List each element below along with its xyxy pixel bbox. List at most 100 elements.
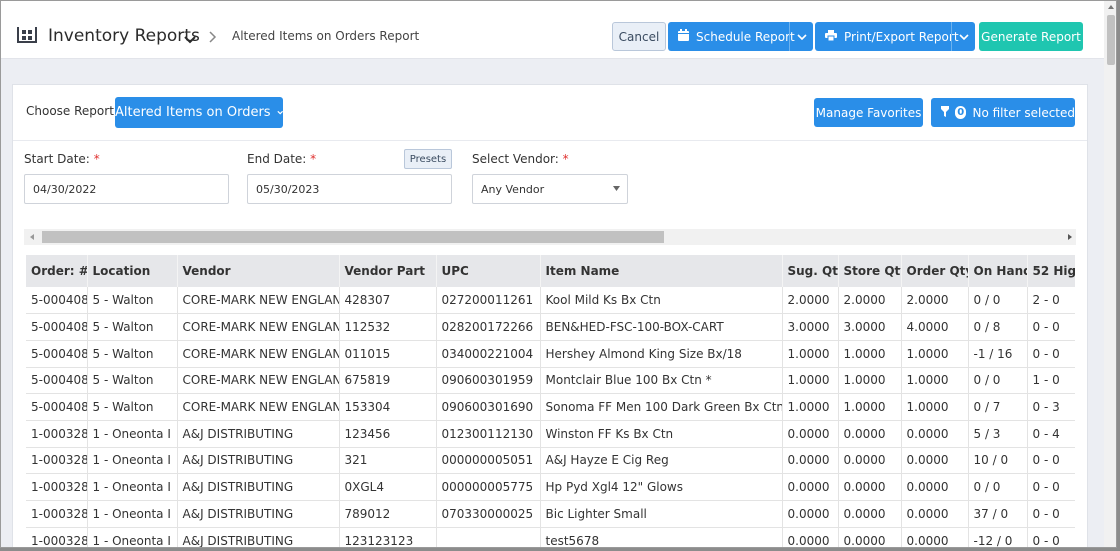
chevron-down-icon xyxy=(276,110,283,115)
schedule-dropdown-toggle[interactable] xyxy=(789,22,813,51)
print-export-button[interactable]: Print/Export Report xyxy=(815,22,975,51)
table-header-row: Order: # Location Vendor Vendor Part UPC Item… xyxy=(26,255,1075,287)
table-cell: 2.0000 xyxy=(782,287,839,315)
column-header[interactable]: Location xyxy=(87,255,178,287)
table-cell: 5 - Walton xyxy=(87,393,178,421)
table-cell: Sonoma FF Men 100 Dark Green Bx Ctn xyxy=(540,393,783,421)
manage-favorites-button[interactable]: Manage Favorites xyxy=(814,98,923,127)
filter-icon xyxy=(941,105,949,120)
vendor-select-value: Any Vendor xyxy=(481,182,545,196)
table-cell: 1.0000 xyxy=(901,367,969,395)
scrollbar-thumb[interactable] xyxy=(42,231,664,243)
filter-count-badge: 0 xyxy=(955,106,967,119)
table-row[interactable]: 1-000328 1 - Oneonta I A&J DISTRIBUTING 321… xyxy=(26,447,1075,475)
schedule-report-button[interactable]: Schedule Report xyxy=(668,22,813,51)
table-cell xyxy=(436,527,541,547)
column-header[interactable]: Vendor Part xyxy=(339,255,437,287)
table-cell: 0 / 0 xyxy=(968,473,1028,501)
start-date-field[interactable]: 04/30/2022 xyxy=(24,174,229,204)
generate-report-label: Generate Report xyxy=(981,29,1081,44)
table-cell: 0 / 0 xyxy=(968,287,1028,315)
table-cell: 153304 xyxy=(339,393,437,421)
filter-button[interactable]: 0 No filter selected xyxy=(931,98,1075,127)
scrollbar-thumb[interactable] xyxy=(1107,15,1115,65)
table-row[interactable]: 1-000328 1 - Oneonta I A&J DISTRIBUTING 0XG… xyxy=(26,473,1075,501)
table-cell: A&J DISTRIBUTING xyxy=(177,420,340,448)
table-cell: 0 / 7 xyxy=(968,393,1028,421)
vendor-label-text: Select Vendor: xyxy=(472,152,559,166)
table-cell: -1 / 16 xyxy=(968,340,1028,368)
table-cell: A&J DISTRIBUTING xyxy=(177,473,340,501)
table-cell: 5 / 3 xyxy=(968,420,1028,448)
table-cell: -12 / 0 xyxy=(968,527,1028,547)
table-cell: 1-000328 xyxy=(26,473,88,501)
end-date-label-text: End Date: xyxy=(247,152,307,166)
table-cell: 2.0000 xyxy=(901,287,969,315)
print-dropdown-toggle[interactable] xyxy=(951,22,975,51)
table-cell: 112532 xyxy=(339,313,437,341)
column-header[interactable]: 52 High xyxy=(1027,255,1075,287)
column-header[interactable]: Order: # xyxy=(26,255,88,287)
page-vertical-scrollbar[interactable] xyxy=(1104,1,1116,547)
scroll-left-icon xyxy=(30,234,34,240)
table-row[interactable]: 5-000408 5 - Walton CORE-MARK NEW ENGLAND 0… xyxy=(26,340,1075,368)
table-cell: A&J DISTRIBUTING xyxy=(177,527,340,547)
report-window: Inventory Reports Altered Items on Order… xyxy=(0,0,1117,548)
column-header[interactable]: UPC xyxy=(436,255,541,287)
choose-report-label: Choose Report xyxy=(26,104,114,118)
table-cell: 2.0000 xyxy=(838,287,902,315)
column-header[interactable]: Sug. Qty xyxy=(782,255,839,287)
chevron-down-icon[interactable] xyxy=(184,33,196,44)
table-body: 5-000408 5 - Walton CORE-MARK NEW ENGLAND 4… xyxy=(26,287,1075,547)
vendor-label: Select Vendor: * xyxy=(472,152,569,166)
table-row[interactable]: 5-000408 5 - Walton CORE-MARK NEW ENGLAND 4… xyxy=(26,287,1075,315)
presets-button[interactable]: Presets xyxy=(404,149,452,169)
end-date-field[interactable]: 05/30/2023 xyxy=(247,174,452,204)
table-cell: 675819 xyxy=(339,367,437,395)
table-cell: test5678 xyxy=(540,527,783,547)
table-row[interactable]: 1-000328 1 - Oneonta I A&J DISTRIBUTING 123… xyxy=(26,420,1075,448)
column-header[interactable]: Order Qty xyxy=(901,255,969,287)
cancel-button-label: Cancel xyxy=(618,29,660,44)
table-cell: Hp Pyd Xgl4 12" Glows xyxy=(540,473,783,501)
breadcrumb: Altered Items on Orders Report xyxy=(232,29,420,43)
table-cell: 070330000025 xyxy=(436,500,541,528)
table-cell: 1.0000 xyxy=(782,367,839,395)
table-cell: 0 - 4 xyxy=(1027,420,1075,448)
table-cell: 1 - Oneonta I xyxy=(87,447,178,475)
table-row[interactable]: 5-000408 5 - Walton CORE-MARK NEW ENGLAND 1… xyxy=(26,393,1075,421)
table-cell: 0 - 0 xyxy=(1027,313,1075,341)
table-cell: 1.0000 xyxy=(838,393,902,421)
column-header[interactable]: On Hand xyxy=(968,255,1028,287)
table-cell: 428307 xyxy=(339,287,437,315)
table-cell: Montclair Blue 100 Bx Ctn * xyxy=(540,367,783,395)
table-cell: CORE-MARK NEW ENGLAND xyxy=(177,287,340,315)
top-bar: Inventory Reports Altered Items on Order… xyxy=(1,1,1104,59)
table-cell: Bic Lighter Small xyxy=(540,500,783,528)
table-cell: 0 / 8 xyxy=(968,313,1028,341)
chevron-down-icon xyxy=(796,33,807,40)
table-row[interactable]: 1-000328 1 - Oneonta I A&J DISTRIBUTING 123… xyxy=(26,527,1075,547)
required-mark: * xyxy=(93,152,100,166)
table-cell: 5 - Walton xyxy=(87,313,178,341)
warehouse-icon xyxy=(17,27,37,43)
report-select-button[interactable]: Altered Items on Orders xyxy=(115,97,283,128)
table-row[interactable]: 5-000408 5 - Walton CORE-MARK NEW ENGLAND 1… xyxy=(26,313,1075,341)
column-header[interactable]: Vendor xyxy=(177,255,340,287)
table-cell: 090600301690 xyxy=(436,393,541,421)
table-cell: 1 - 0 xyxy=(1027,367,1075,395)
app-title[interactable]: Inventory Reports xyxy=(48,26,200,46)
table-row[interactable]: 5-000408 5 - Walton CORE-MARK NEW ENGLAND 6… xyxy=(26,367,1075,395)
table-cell: Hershey Almond King Size Bx/18 xyxy=(540,340,783,368)
table-row[interactable]: 1-000328 1 - Oneonta I A&J DISTRIBUTING 789… xyxy=(26,500,1075,528)
table-horizontal-scrollbar[interactable] xyxy=(24,229,1076,245)
vendor-select[interactable]: Any Vendor xyxy=(472,174,628,204)
column-header[interactable]: Store Qty xyxy=(838,255,902,287)
generate-report-button[interactable]: Generate Report xyxy=(979,22,1083,51)
table-cell: 5-000408 xyxy=(26,287,88,315)
column-header[interactable]: Item Name xyxy=(540,255,783,287)
table-cell: 0.0000 xyxy=(782,500,839,528)
table-cell: 1-000328 xyxy=(26,500,88,528)
print-export-label: Print/Export Report xyxy=(844,29,959,44)
cancel-button[interactable]: Cancel xyxy=(612,22,666,51)
